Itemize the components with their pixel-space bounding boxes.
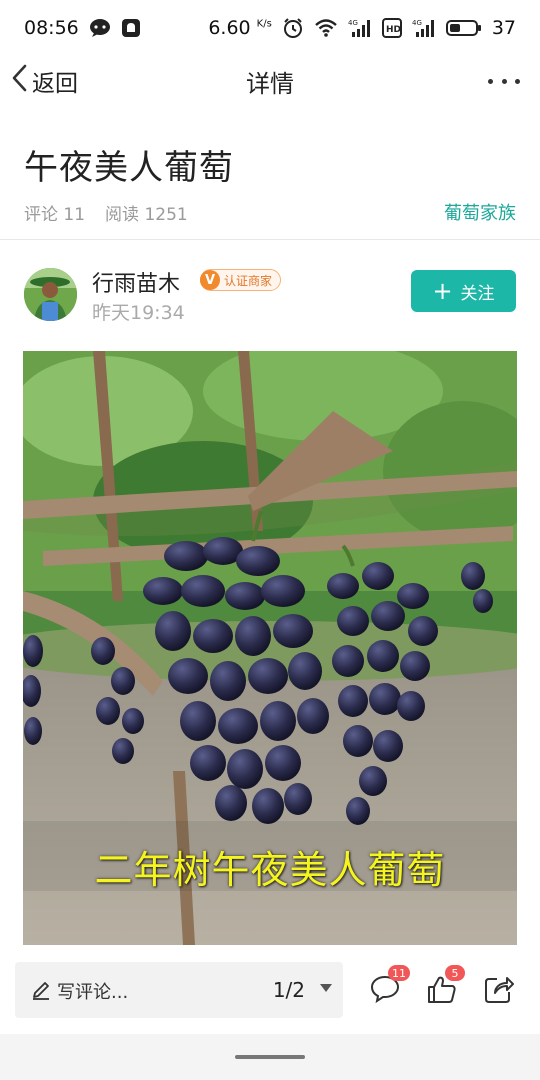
svg-text:4G: 4G [348,19,358,27]
like-count-badge: 5 [445,965,465,981]
status-bar: 08:56 6.60 K/s 4G HD 4G 37 [0,0,540,56]
thumbs-up-icon [426,976,458,1008]
pencil-icon [31,980,51,1004]
more-dots-icon [501,78,507,84]
page-title: 详情 [246,70,294,98]
comments-button[interactable]: 11 [369,965,410,1008]
hd-icon: HD [381,18,402,38]
post-time: 昨天19:34 [92,302,185,324]
notification-bell-icon [121,18,141,38]
battery-level: 37 [491,17,516,39]
status-left: 08:56 [24,17,141,39]
verified-label: 认证商家 [224,273,273,288]
battery-icon [445,19,482,37]
more-options-button[interactable] [488,68,520,94]
svg-text:4G: 4G [412,19,422,27]
net-speed: 6.60 K/s [208,17,272,39]
post-media[interactable]: 二年树午夜美人葡萄 [23,351,517,945]
wifi-icon [314,18,338,38]
comments-count: 评论 11 [24,204,86,225]
verified-v-icon: V [200,270,220,290]
follow-button[interactable]: + 关注 [411,270,516,312]
like-button[interactable]: 5 [426,965,465,1008]
share-icon [483,977,515,1008]
comment-count-badge: 11 [388,965,410,981]
comment-icon [369,975,401,1008]
divider [0,239,540,240]
home-indicator[interactable] [235,1055,305,1059]
status-time: 08:56 [24,17,79,39]
bottom-bar: 写评论... 1/2 11 5 [0,950,540,1030]
follow-label: 关注 [460,283,495,304]
status-right: 6.60 K/s 4G HD 4G 37 [208,17,516,39]
verified-badge: V 认证商家 [200,269,282,291]
svg-text:HD: HD [386,25,401,35]
article-title: 午夜美人葡萄 [24,148,234,188]
comment-placeholder: 写评论... [57,982,129,1003]
comment-input[interactable]: 写评论... 1/2 [15,962,343,1018]
more-dots-icon [488,78,493,84]
system-navigation-area [0,1034,540,1080]
more-dots-icon [515,78,520,84]
alarm-icon [282,17,304,39]
media-caption: 二年树午夜美人葡萄 [94,848,446,892]
share-button[interactable] [483,974,517,1008]
avatar[interactable] [24,268,77,321]
article-meta: 评论 11 阅读 1251 葡萄家族 [24,198,516,226]
navigation-bar: 返回 详情 [0,56,540,106]
page-indicator[interactable]: 1/2 [273,978,305,1002]
back-button[interactable]: 返回 [10,64,78,98]
plus-icon: + [432,277,453,305]
chevron-left-icon [10,63,30,99]
topic-link[interactable]: 葡萄家族 [444,199,516,225]
signal-4g-icon: 4G [348,18,372,38]
reads-count: 阅读 1251 [105,204,188,225]
author-name[interactable]: 行雨苗木 [92,266,180,298]
chat-bubble-icon [89,18,111,38]
signal-4g-icon: 4G [412,18,436,38]
caret-down-icon[interactable] [320,984,332,992]
back-label: 返回 [32,71,78,97]
author-row: 行雨苗木 V 认证商家 昨天19:34 + 关注 [24,266,516,324]
